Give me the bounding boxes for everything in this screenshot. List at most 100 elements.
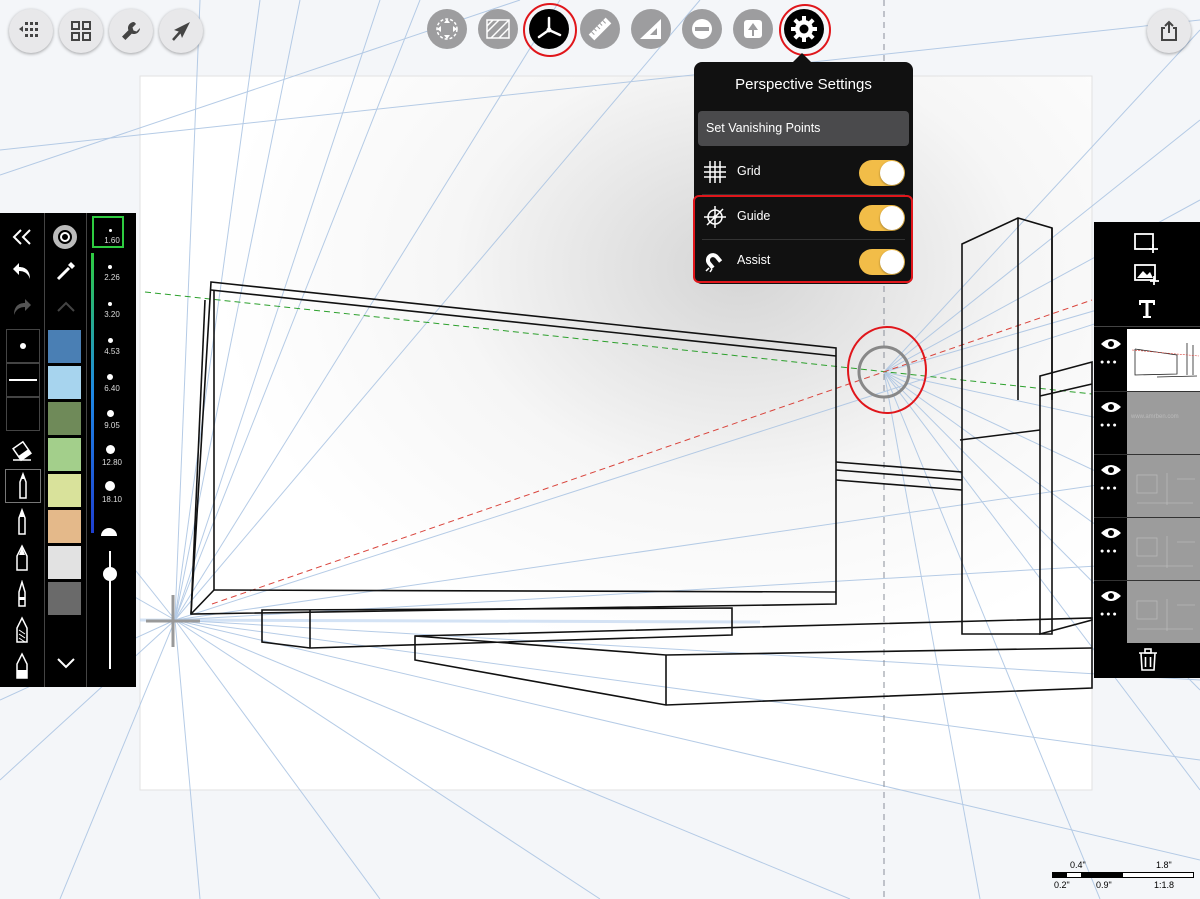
text-layer-button[interactable] (1134, 296, 1160, 322)
brush-marker[interactable] (0, 540, 44, 576)
scale-segment (1066, 872, 1082, 878)
undo-icon (13, 263, 30, 279)
redo-button[interactable] (0, 289, 44, 325)
opacity-slider[interactable] (100, 543, 120, 671)
color-swatch[interactable] (48, 402, 81, 435)
brush-size-label[interactable]: 9.05 (92, 421, 132, 430)
undo-button[interactable] (0, 253, 44, 289)
vanishing-point-handle[interactable] (858, 346, 910, 398)
tools-button[interactable] (109, 9, 153, 53)
new-layer-icon (1134, 233, 1158, 253)
brush-size-label[interactable]: 2.26 (92, 273, 132, 282)
brush-size-dot[interactable] (107, 374, 113, 380)
layer-thumbnail[interactable] (1127, 455, 1200, 517)
brush-size-dot[interactable] (108, 229, 112, 232)
text-icon (1139, 300, 1155, 318)
ruler-tool[interactable] (580, 9, 620, 49)
eye-icon[interactable] (1100, 463, 1122, 477)
brush-airbrush[interactable] (0, 612, 44, 648)
color-swatch[interactable] (48, 366, 81, 399)
color-wheel-button[interactable] (53, 225, 77, 249)
new-layer-button[interactable] (1132, 230, 1160, 254)
brush-size-dot[interactable] (105, 445, 115, 454)
set-vanishing-points-button[interactable]: Set Vanishing Points (698, 111, 909, 146)
brush-fineliner[interactable] (0, 576, 44, 612)
popup-title: Perspective Settings (735, 76, 872, 93)
brush-size-label[interactable]: 4.53 (92, 347, 132, 356)
import-image-button[interactable] (1132, 262, 1160, 286)
scroll-down-button[interactable] (52, 651, 80, 675)
collapse-button[interactable] (0, 219, 44, 255)
hatch-fill-tool[interactable] (478, 9, 518, 49)
pen-icon (18, 508, 26, 535)
brush-size-preview[interactable] (6, 329, 40, 363)
scale-bottom-label: 0.9" (1096, 880, 1112, 890)
grid-toggle[interactable] (859, 160, 905, 186)
layers-grid-button[interactable] (59, 9, 103, 53)
layer-thumbnail-text: www.amrben.com (1131, 414, 1179, 420)
brush-size-dot[interactable] (107, 338, 113, 343)
layer-options-button[interactable]: ●●● (1100, 485, 1119, 492)
brush-size-label[interactable]: 18.10 (92, 495, 132, 504)
scale-top-label: 0.4" (1070, 860, 1086, 870)
gallery-icon (19, 22, 38, 37)
triangle-tool[interactable] (631, 9, 671, 49)
ruler-icon (588, 17, 612, 41)
dot-icon (20, 343, 26, 349)
transform-tool[interactable] (427, 9, 467, 49)
brush-size-dot[interactable] (106, 410, 114, 417)
slider-knob[interactable] (103, 566, 117, 581)
empty-slot[interactable] (6, 397, 40, 431)
color-swatch[interactable] (48, 582, 81, 615)
marker-icon (16, 544, 28, 571)
brush-highlighter[interactable] (0, 648, 44, 684)
layer-thumbnail[interactable] (1127, 329, 1200, 391)
eye-icon[interactable] (1100, 400, 1122, 414)
color-swatch[interactable] (48, 546, 81, 579)
layer-options-button[interactable]: ●●● (1100, 611, 1119, 618)
select-arrow-icon (172, 22, 190, 41)
color-swatch[interactable] (48, 438, 81, 471)
brush-pen[interactable] (0, 504, 44, 540)
line-icon (9, 379, 37, 381)
brush-size-dot[interactable] (108, 265, 112, 269)
color-swatch[interactable] (48, 618, 81, 651)
color-swatch[interactable] (48, 330, 81, 363)
eye-icon[interactable] (1100, 526, 1122, 540)
brush-size-dot[interactable] (108, 302, 112, 306)
eyedropper-button[interactable] (52, 257, 80, 285)
scroll-up-button[interactable] (52, 295, 80, 319)
stroke-preview[interactable] (6, 363, 40, 397)
layer-thumbnail[interactable]: www.amrben.com (1127, 392, 1200, 454)
delete-layer-button[interactable] (1138, 648, 1158, 672)
layer-options-button[interactable]: ●●● (1100, 422, 1119, 429)
brush-size-label[interactable]: 6.40 (92, 384, 132, 393)
ellipse-guide-tool[interactable] (682, 9, 722, 49)
eye-icon[interactable] (1100, 589, 1122, 603)
scale-segment (1122, 872, 1194, 878)
brush-size-label[interactable]: 3.20 (92, 310, 132, 319)
scale-segment (1082, 872, 1122, 878)
color-swatch[interactable] (48, 510, 81, 543)
drawing-canvas[interactable] (0, 0, 1200, 899)
layers-grid-icon (71, 21, 91, 41)
symmetry-tool[interactable] (733, 9, 773, 49)
select-button[interactable] (159, 9, 203, 53)
layer-options-button[interactable]: ●●● (1100, 548, 1119, 555)
brush-pencil[interactable] (5, 469, 41, 503)
scale-bottom-label: 0.2" (1054, 880, 1070, 890)
brush-size-label[interactable]: 1.60 (92, 236, 132, 245)
wrench-icon (122, 21, 141, 40)
gallery-button[interactable] (9, 9, 53, 53)
brush-size-label[interactable]: 12.80 (92, 458, 132, 467)
column-divider (86, 213, 87, 687)
brush-size-dot[interactable] (105, 481, 115, 491)
toggle-knob (880, 161, 904, 185)
share-button[interactable] (1147, 9, 1191, 53)
color-swatch[interactable] (48, 474, 81, 507)
eraser-button[interactable] (0, 433, 44, 469)
layer-thumbnail[interactable] (1127, 518, 1200, 580)
eye-icon[interactable] (1100, 337, 1122, 351)
layer-thumbnail[interactable] (1127, 581, 1200, 643)
layer-options-button[interactable]: ●●● (1100, 359, 1119, 366)
